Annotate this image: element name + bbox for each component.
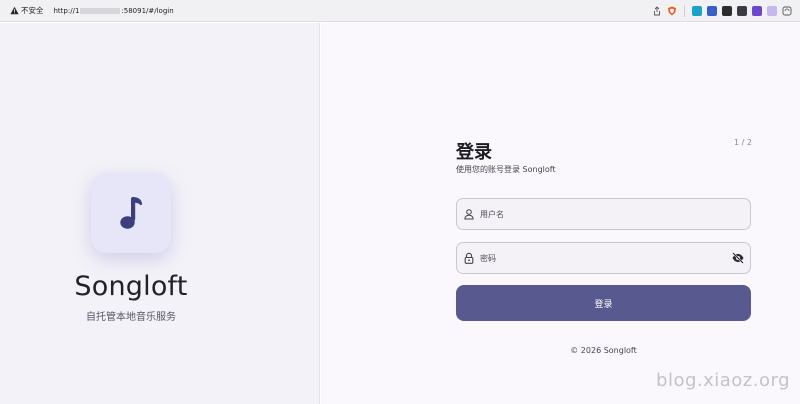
lock-icon <box>464 252 474 264</box>
share-icon[interactable] <box>652 5 662 16</box>
login-title: 登录 <box>456 142 492 163</box>
address-bar[interactable]: 不安全 http://1 :58091/#/login <box>0 0 652 22</box>
eye-slash-icon[interactable] <box>731 251 745 265</box>
username-input[interactable] <box>480 199 750 229</box>
insecure-label[interactable]: 不安全 <box>21 5 44 16</box>
extension-translate-icon[interactable] <box>707 5 717 16</box>
url-prefix[interactable]: http://1 <box>54 7 80 15</box>
extension-z-icon[interactable] <box>692 5 702 16</box>
extension-lavender-icon[interactable] <box>767 5 777 16</box>
page-indicator: 1 / 2 <box>734 138 752 147</box>
login-panel: 登录 1 / 2 使用您的账号登录 Songloft 登录 © 2026 Son… <box>321 23 800 404</box>
extension-monitor-icon[interactable] <box>737 5 747 16</box>
login-button[interactable]: 登录 <box>456 285 751 321</box>
app-subtitle: 自托管本地音乐服务 <box>86 312 176 323</box>
watermark: blog.xiaoz.org <box>656 370 790 391</box>
copyright: © 2026 Songloft <box>570 346 637 355</box>
username-field[interactable] <box>456 198 751 230</box>
extension-icon[interactable] <box>722 5 732 16</box>
music-note-icon <box>120 197 142 229</box>
browser-toolbar: 不安全 http://1 :58091/#/login <box>0 0 800 22</box>
url-suffix[interactable]: :58091/#/login <box>121 7 173 15</box>
extension-sync-icon[interactable] <box>782 6 792 16</box>
url-redaction <box>80 7 121 14</box>
extension-purple-icon[interactable] <box>752 5 762 16</box>
app-logo <box>91 173 171 253</box>
user-icon <box>464 209 474 220</box>
warning-triangle-icon <box>10 6 19 15</box>
brave-shield-icon[interactable] <box>667 6 677 16</box>
login-subtitle: 使用您的账号登录 Songloft <box>456 165 556 174</box>
password-field[interactable] <box>456 242 751 274</box>
toolbar-separator <box>684 4 685 17</box>
toolbar-icons <box>652 0 800 22</box>
app-name: Songloft <box>74 271 188 302</box>
brand-panel: Songloft 自托管本地音乐服务 <box>0 23 320 404</box>
password-input[interactable] <box>480 243 731 273</box>
